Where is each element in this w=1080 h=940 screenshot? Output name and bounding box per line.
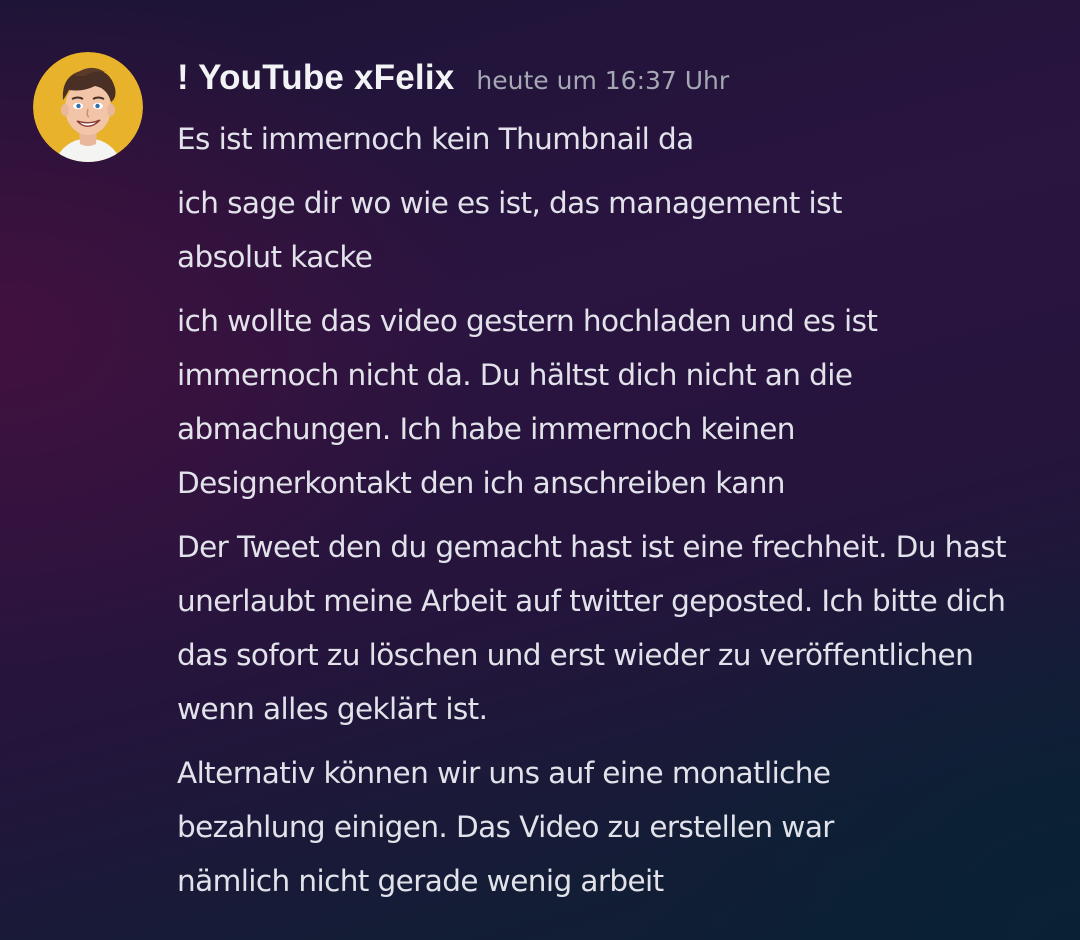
message-line: Alternativ können wir uns auf eine monat… (177, 756, 834, 898)
chat-message: ! YouTube xFelix heute um 16:37 Uhr Es i… (177, 58, 1057, 918)
message-line: Es ist immernoch kein Thumbnail da (177, 122, 694, 156)
user-avatar[interactable] (33, 52, 143, 162)
message-header: ! YouTube xFelix heute um 16:37 Uhr (177, 58, 1057, 112)
message-line: ich sage dir wo wie es ist, das manageme… (177, 186, 842, 274)
cartoon-avatar-icon (33, 52, 143, 162)
chat-view: ! YouTube xFelix heute um 16:37 Uhr Es i… (0, 0, 1080, 940)
message-line: Der Tweet den du gemacht hast ist eine f… (177, 530, 1007, 726)
message-timestamp: heute um 16:37 Uhr (476, 66, 730, 95)
username[interactable]: ! YouTube xFelix (177, 58, 454, 98)
message-lines: Es ist immernoch kein Thumbnail da ich s… (177, 112, 1057, 908)
message-line: ich wollte das video gestern hochladen u… (177, 304, 878, 500)
